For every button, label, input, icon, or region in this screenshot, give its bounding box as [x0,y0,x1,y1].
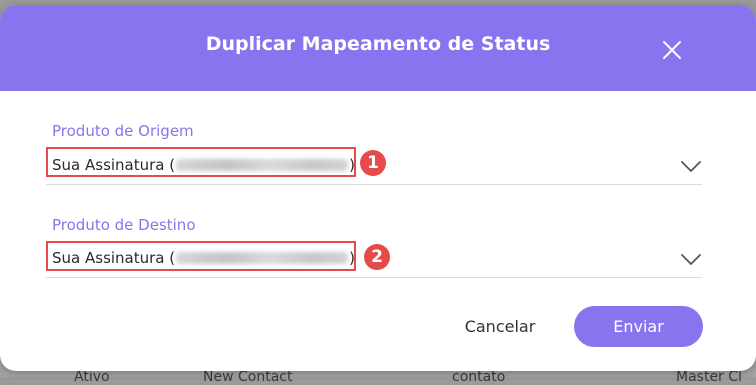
destination-product-label: Produto de Destino [52,216,196,234]
background-cell: Ativo [74,369,110,385]
destination-product-select[interactable]: Sua Assinatura () 2 [46,241,702,278]
dialog-title: Duplicar Mapeamento de Status [205,33,551,55]
background-cell: contato [452,369,506,385]
origin-value-prefix: Sua Assinatura ( [52,156,176,174]
cancel-button[interactable]: Cancelar [452,307,548,347]
redacted-id [176,159,349,171]
destination-value-prefix: Sua Assinatura ( [52,249,176,267]
background-cell: New Contact [203,369,293,385]
background-cell: Master Cl [676,369,742,385]
origin-product-label: Produto de Origem [52,122,194,140]
duplicate-status-mapping-dialog: Duplicar Mapeamento de Status Produto de… [0,5,756,371]
origin-product-select[interactable]: Sua Assinatura () 1 [46,147,702,185]
step-marker-1: 1 [360,150,386,176]
step-marker-2: 2 [364,244,390,270]
chevron-down-icon [681,254,701,265]
origin-value-suffix: ) [349,156,355,174]
chevron-down-icon [681,161,701,172]
send-button[interactable]: Enviar [574,306,703,347]
redacted-id [176,252,349,264]
destination-value-suffix: ) [349,249,355,267]
origin-product-value: Sua Assinatura () [52,156,355,174]
close-icon [663,41,681,59]
close-button[interactable] [658,36,686,64]
destination-product-value: Sua Assinatura () [52,249,355,267]
dialog-header: Duplicar Mapeamento de Status [0,5,756,91]
